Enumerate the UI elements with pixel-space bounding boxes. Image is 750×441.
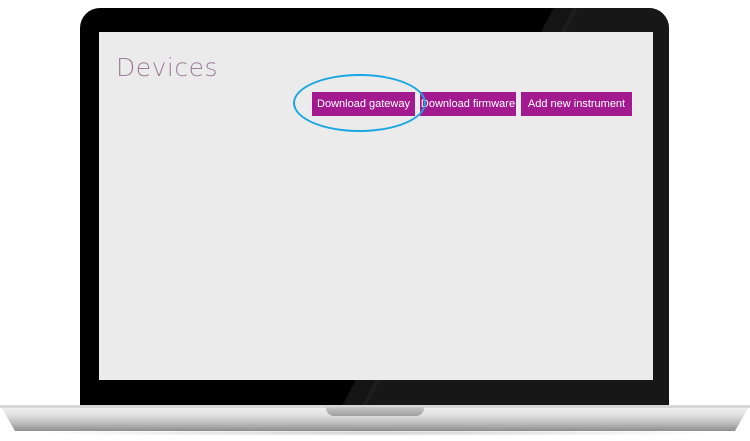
laptop-notch bbox=[326, 407, 424, 416]
action-bar: Download gateway Download firmware Add n… bbox=[312, 92, 632, 116]
download-gateway-button[interactable]: Download gateway bbox=[312, 92, 415, 116]
add-new-instrument-button[interactable]: Add new instrument bbox=[521, 92, 632, 116]
page-title: Devices bbox=[116, 53, 219, 82]
download-firmware-button[interactable]: Download firmware bbox=[420, 92, 516, 116]
laptop-shadow bbox=[20, 430, 730, 436]
laptop-mockup: Devices Download gateway Download firmwa… bbox=[0, 0, 750, 441]
devices-screen: Devices Download gateway Download firmwa… bbox=[99, 32, 653, 380]
